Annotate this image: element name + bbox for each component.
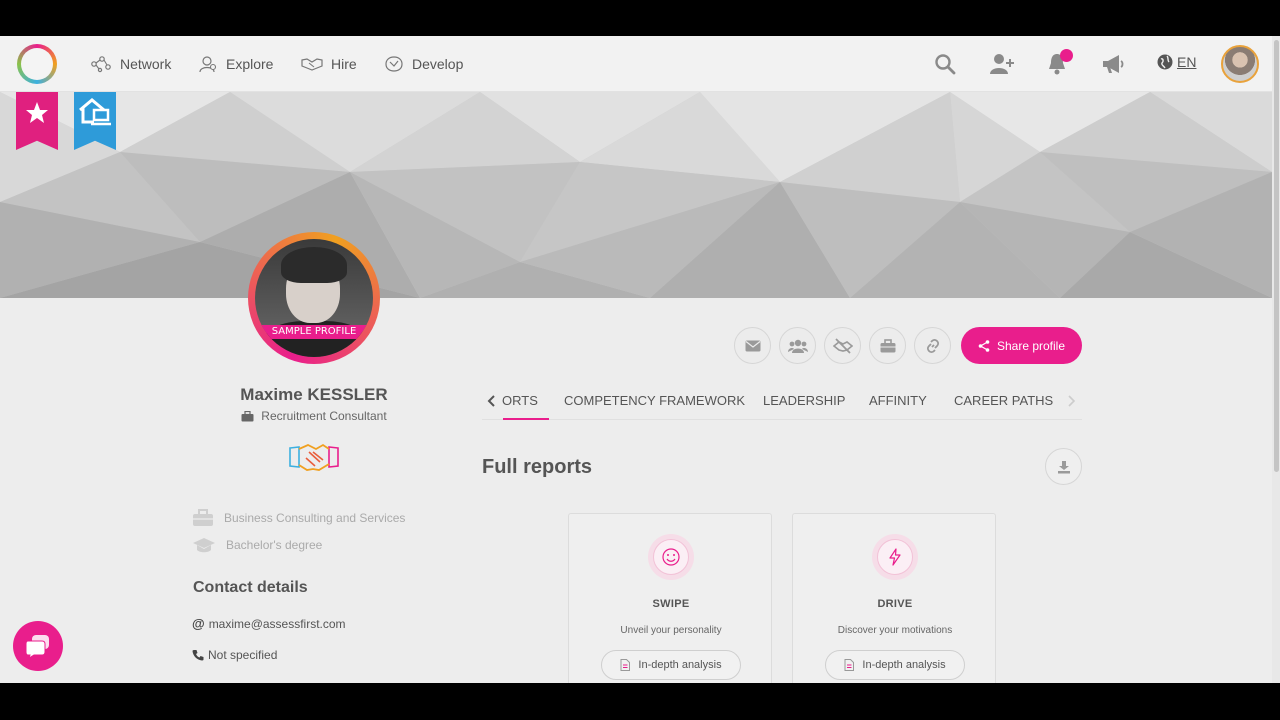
globe-icon	[1157, 54, 1173, 70]
user-avatar[interactable]	[1221, 45, 1259, 83]
job-title: Recruitment Consultant	[261, 409, 387, 423]
card-subtitle: Unveil your personality	[620, 625, 722, 636]
at-icon: @	[192, 616, 205, 631]
develop-icon	[385, 56, 403, 72]
tab-reports[interactable]: ORTS	[502, 393, 538, 408]
smile-icon	[662, 548, 680, 566]
full-reports-title: Full reports	[482, 456, 593, 478]
tab-competency-framework[interactable]: COMPETENCY FRAMEWORK	[564, 393, 745, 408]
profile-name: Maxime KESSLER	[240, 385, 388, 404]
star-icon	[26, 102, 48, 123]
top-navigation: Network Explore Hire Develop EN	[0, 36, 1280, 92]
nav-explore-label: Explore	[226, 56, 274, 72]
card-subtitle: Discover your motivations	[837, 625, 953, 636]
card-button-label: In-depth analysis	[638, 659, 722, 671]
app-logo[interactable]	[17, 44, 57, 84]
briefcase-icon	[880, 338, 895, 352]
education-row: Bachelor's degree	[192, 536, 322, 554]
briefcase-icon	[193, 509, 213, 526]
notification-badge	[1060, 49, 1073, 62]
industry-text: Business Consulting and Services	[224, 511, 406, 525]
tabs-scroll-right-icon[interactable]	[1066, 394, 1076, 408]
industry-row: Business Consulting and Services	[192, 509, 405, 527]
hide-profile-button[interactable]	[824, 327, 861, 364]
lightning-icon	[889, 548, 901, 566]
nav-develop-label: Develop	[412, 56, 464, 72]
card-button-label: In-depth analysis	[862, 659, 946, 671]
share-profile-button[interactable]: Share profile	[961, 327, 1082, 364]
nav-network-label: Network	[120, 56, 172, 72]
link-icon	[926, 338, 939, 353]
home-office-icon	[79, 98, 111, 126]
phone-text: Not specified	[208, 648, 278, 662]
share-icon	[978, 339, 990, 352]
nav-explore[interactable]: Explore	[198, 53, 273, 75]
app-window: Network Explore Hire Develop EN SAMPLE P…	[0, 36, 1280, 683]
card-title: SWIPE	[652, 598, 690, 610]
profile-photo: SAMPLE PROFILE	[255, 239, 373, 357]
nav-hire-label: Hire	[331, 56, 357, 72]
in-depth-analysis-button[interactable]: In-depth analysis	[825, 650, 965, 680]
add-to-job-button[interactable]	[869, 327, 906, 364]
report-card-swipe: SWIPE Unveil your personality In-depth a…	[568, 513, 772, 683]
nav-develop[interactable]: Develop	[384, 53, 463, 75]
explore-icon	[199, 56, 217, 73]
scrollbar-thumb[interactable]	[1274, 40, 1279, 472]
chat-button[interactable]	[13, 621, 63, 671]
graduation-cap-icon	[193, 538, 215, 553]
document-icon	[844, 659, 855, 671]
mail-icon	[745, 340, 760, 351]
add-user-icon[interactable]	[989, 52, 1015, 76]
group-icon	[787, 339, 808, 353]
phone-row: Not specified	[192, 648, 277, 662]
in-depth-analysis-button[interactable]: In-depth analysis	[601, 650, 741, 680]
profile-banner	[0, 92, 1272, 298]
education-text: Bachelor's degree	[226, 538, 323, 552]
document-icon	[620, 659, 631, 671]
network-icon	[91, 56, 111, 73]
profile-avatar: SAMPLE PROFILE	[248, 232, 380, 364]
email-row: @ maxime@assessfirst.com	[192, 616, 346, 631]
card-icon-halo	[872, 534, 918, 580]
megaphone-icon[interactable]	[1101, 52, 1125, 76]
sample-profile-tag: SAMPLE PROFILE	[255, 325, 373, 339]
search-icon[interactable]	[934, 52, 956, 76]
hide-icon	[832, 337, 853, 354]
handshake-badge-icon	[289, 443, 339, 471]
language-selector[interactable]: EN	[1157, 54, 1196, 70]
profile-job: Recruitment Consultant	[193, 409, 435, 423]
tab-career-paths[interactable]: CAREER PATHS	[954, 393, 1053, 408]
download-icon	[1057, 460, 1070, 473]
download-reports-button[interactable]	[1045, 448, 1082, 485]
card-title: DRIVE	[877, 598, 913, 610]
language-label: EN	[1177, 54, 1197, 70]
nav-network[interactable]: Network	[90, 53, 171, 75]
card-icon-halo	[648, 534, 694, 580]
tab-leadership[interactable]: LEADERSHIP	[763, 393, 845, 408]
profile-tabs: ORTS COMPETENCY FRAMEWORK LEADERSHIP AFF…	[482, 384, 1082, 420]
add-to-group-button[interactable]	[779, 327, 816, 364]
phone-icon	[192, 650, 204, 661]
copy-link-button[interactable]	[914, 327, 951, 364]
share-profile-label: Share profile	[996, 338, 1066, 353]
tabs-scroll-left-icon[interactable]	[487, 394, 497, 408]
email-text[interactable]: maxime@assessfirst.com	[209, 617, 346, 631]
chat-icon	[25, 635, 49, 659]
briefcase-icon	[241, 410, 254, 421]
nav-hire[interactable]: Hire	[301, 53, 357, 75]
active-tab-indicator	[503, 418, 549, 420]
send-message-button[interactable]	[734, 327, 771, 364]
contact-details-title: Contact details	[193, 579, 308, 596]
report-card-drive: DRIVE Discover your motivations In-depth…	[792, 513, 996, 683]
tab-affinity[interactable]: AFFINITY	[869, 393, 927, 408]
handshake-icon	[301, 58, 323, 71]
